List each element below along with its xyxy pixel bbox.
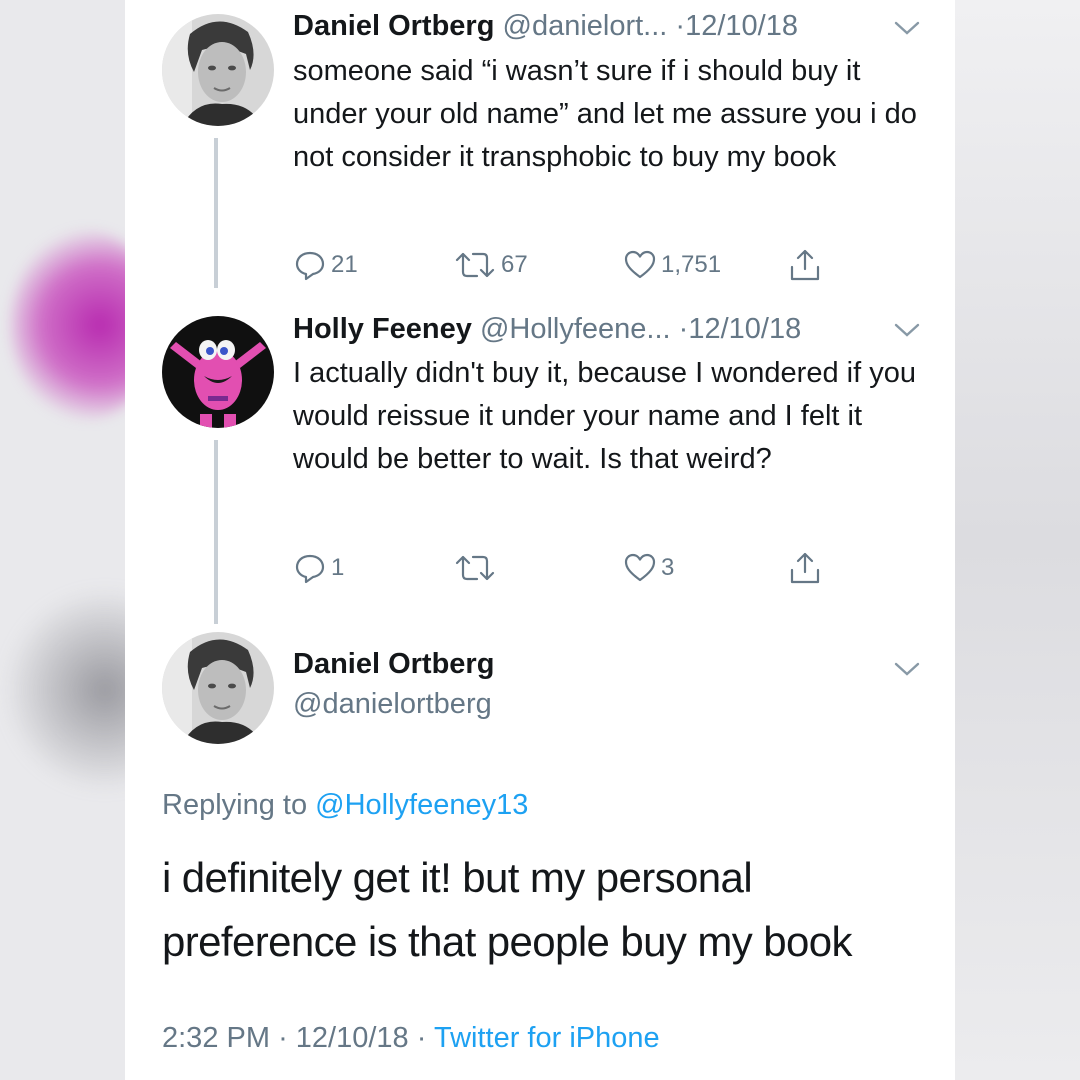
reply-button[interactable]: 1	[293, 548, 344, 588]
tweet-date[interactable]: 12/10/18	[688, 313, 801, 345]
share-button[interactable]	[788, 548, 826, 588]
tweet-date[interactable]: 12/10/18	[685, 10, 798, 42]
tweet-text: someone said “i wasn’t sure if i should …	[293, 55, 917, 173]
tweet-metadata: 2:32 PM · 12/10/18 · Twitter for iPhone	[162, 1022, 660, 1055]
replying-to-label: Replying to	[162, 789, 308, 821]
main-tweet-text: i definitely get it! but my personal pre…	[162, 854, 853, 965]
retweet-icon	[455, 555, 495, 581]
share-icon	[790, 249, 820, 281]
tweet-date[interactable]: 12/10/18	[296, 1022, 409, 1054]
chevron-down-icon[interactable]	[894, 322, 920, 338]
author-name[interactable]: Daniel Ortberg	[293, 10, 494, 42]
replying-to-link[interactable]: @Hollyfeeney13	[315, 789, 528, 821]
share-button[interactable]	[788, 245, 826, 285]
thread-connector-line	[214, 138, 218, 288]
like-button[interactable]: 3	[623, 548, 674, 588]
reply-button[interactable]: 21	[293, 245, 358, 285]
avatar[interactable]	[162, 14, 274, 126]
author-name[interactable]: Holly Feeney	[293, 313, 472, 345]
author-handle[interactable]: @danielort...	[503, 10, 668, 42]
reply-count: 1	[331, 554, 345, 581]
author-handle[interactable]: @Hollyfeene...	[480, 313, 671, 345]
retweet-count: 67	[501, 251, 528, 278]
tweet-actions: 1 3	[293, 548, 853, 588]
tweet-source-link[interactable]: Twitter for iPhone	[434, 1022, 660, 1054]
replying-to: Replying to @Hollyfeeney13	[162, 789, 528, 822]
tweet-time[interactable]: 2:32 PM	[162, 1022, 270, 1054]
share-icon	[790, 552, 820, 584]
like-count: 3	[661, 554, 675, 581]
thread-connector-line	[214, 440, 218, 624]
separator: ·	[678, 313, 689, 345]
retweet-icon	[455, 252, 495, 278]
chevron-down-icon[interactable]	[894, 20, 920, 36]
author-name[interactable]: Daniel Ortberg	[293, 648, 494, 681]
retweet-button[interactable]	[453, 548, 501, 588]
tweet-text: I actually didn't buy it, because I wond…	[293, 357, 916, 475]
author-handle[interactable]: @danielortberg	[293, 688, 492, 721]
chevron-down-icon[interactable]	[894, 661, 920, 677]
like-count: 1,751	[661, 251, 722, 278]
tweet-actions: 21 67 1,751	[293, 245, 853, 285]
tweet-header: Daniel Ortberg @danielort... ·12/10/18	[293, 8, 798, 44]
reply-count: 21	[331, 251, 358, 278]
separator: ·	[416, 1022, 427, 1054]
background-right-blur	[950, 0, 1080, 1080]
avatar[interactable]	[162, 632, 274, 744]
heart-icon	[624, 553, 656, 582]
avatar[interactable]	[162, 316, 274, 428]
separator: ·	[278, 1022, 288, 1054]
reply-icon	[295, 251, 325, 281]
like-button[interactable]: 1,751	[623, 245, 721, 285]
heart-icon	[624, 250, 656, 279]
reply-icon	[295, 554, 325, 584]
separator: ·	[675, 10, 686, 42]
tweet-header: Holly Feeney @Hollyfeene... ·12/10/18	[293, 311, 801, 347]
retweet-button[interactable]: 67	[453, 245, 528, 285]
